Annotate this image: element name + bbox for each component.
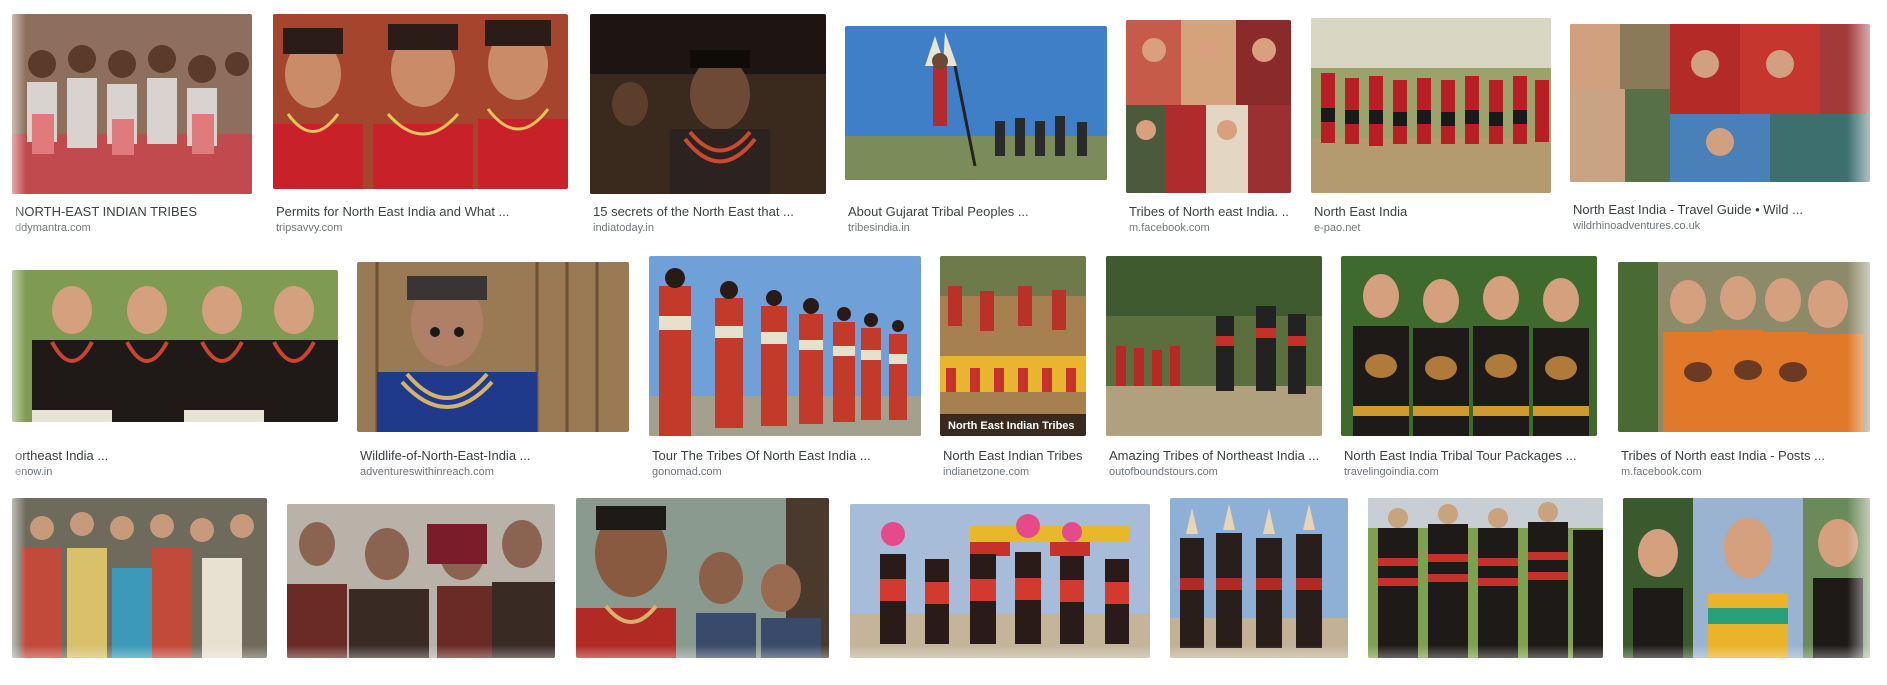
result-title[interactable]: North East India - Travel Guide • Wild .…: [1573, 202, 1867, 218]
women-orange-attire: [1618, 262, 1870, 432]
image-result[interactable]: Tribes of North east India. ... m.facebo…: [1126, 20, 1291, 234]
image-result[interactable]: Tribes of North east India - Posts ... m…: [1618, 262, 1870, 480]
elder-women-group: [287, 504, 555, 658]
result-source[interactable]: ddymantra.com: [15, 221, 249, 235]
dance-in-field: [1106, 256, 1322, 436]
result-title[interactable]: Amazing Tribes of Northeast India ...: [1109, 448, 1319, 464]
elders-nose-plugs: [576, 498, 829, 658]
woman-nose-plugs: [357, 262, 629, 432]
image-result[interactable]: North East Indian Tribes North East Indi…: [940, 256, 1086, 480]
image-result[interactable]: [850, 504, 1150, 663]
smiling-women-necklaces: [273, 14, 568, 189]
result-thumbnail[interactable]: [1618, 262, 1870, 432]
image-result[interactable]: NORTH-EAST INDIAN TRIBES ddymantra.com: [12, 14, 252, 234]
result-title[interactable]: 15 secrets of the North East that ...: [593, 204, 823, 220]
image-result[interactable]: North East India - Travel Guide • Wild .…: [1570, 24, 1870, 234]
image-result[interactable]: Amazing Tribes of Northeast India ... ou…: [1106, 256, 1322, 480]
image-result[interactable]: [287, 504, 555, 663]
line-of-dancers: [1311, 18, 1551, 193]
image-result[interactable]: [576, 498, 829, 663]
result-thumbnail[interactable]: [357, 262, 629, 432]
result-source[interactable]: tripsavvy.com: [276, 221, 565, 235]
image-result[interactable]: [12, 498, 267, 663]
result-title[interactable]: Tribes of North east India - Posts ...: [1621, 448, 1867, 464]
result-title[interactable]: North East Indian Tribes: [943, 448, 1083, 464]
result-thumbnail[interactable]: [590, 14, 826, 194]
crowd-with-children: [12, 498, 267, 658]
result-thumbnail[interactable]: [1341, 256, 1597, 436]
image-result[interactable]: Permits for North East India and What ..…: [273, 14, 568, 234]
result-title[interactable]: NORTH-EAST INDIAN TRIBES: [15, 204, 249, 220]
result-source[interactable]: travelingoindia.com: [1344, 465, 1594, 479]
result-source[interactable]: adventureswithinreach.com: [360, 465, 626, 479]
result-thumbnail[interactable]: [1170, 498, 1348, 658]
result-title[interactable]: North East India: [1314, 204, 1548, 220]
image-result[interactable]: Wildlife-of-North-East-India ... adventu…: [357, 262, 629, 480]
tattooed-elder-portrait: [590, 14, 826, 194]
striped-shawl-dancers: [1368, 498, 1603, 658]
result-thumbnail[interactable]: [850, 504, 1150, 658]
image-result[interactable]: 15 secrets of the North East that ... in…: [590, 14, 826, 234]
image-overlay-text: North East Indian Tribes: [948, 420, 1075, 432]
result-thumbnail[interactable]: [1570, 24, 1870, 182]
result-source[interactable]: indiatoday.in: [593, 221, 823, 235]
result-title[interactable]: Permits for North East India and What ..…: [276, 204, 565, 220]
result-source[interactable]: m.facebook.com: [1129, 221, 1288, 235]
four-women-smiling: [12, 270, 338, 422]
result-title[interactable]: Tribes of North east India. ...: [1129, 204, 1288, 220]
result-thumbnail[interactable]: [1126, 20, 1291, 193]
festival-headdress-dancers: [850, 504, 1150, 658]
portrait-collage: [1623, 498, 1870, 658]
result-thumbnail[interactable]: [12, 14, 252, 194]
result-source[interactable]: outofboundstours.com: [1109, 465, 1319, 479]
result-source[interactable]: enow.in: [15, 465, 335, 479]
image-result[interactable]: Tour The Tribes Of North East India ... …: [649, 256, 921, 480]
result-source[interactable]: gonomad.com: [652, 465, 918, 479]
result-source[interactable]: wildrhinoadventures.co.uk: [1573, 219, 1867, 233]
image-result[interactable]: North East India e-pao.net: [1311, 18, 1551, 234]
result-thumbnail[interactable]: North East Indian Tribes: [940, 256, 1086, 436]
result-thumbnail[interactable]: [273, 14, 568, 189]
result-title[interactable]: Tour The Tribes Of North East India ...: [652, 448, 918, 464]
result-thumbnail[interactable]: [1368, 498, 1603, 658]
result-source[interactable]: tribesindia.in: [848, 221, 1104, 235]
collage-tribal-women: [1126, 20, 1291, 193]
result-thumbnail[interactable]: [1311, 18, 1551, 193]
result-thumbnail[interactable]: [287, 504, 555, 658]
festival-crowd: [940, 256, 1086, 436]
image-result[interactable]: [1623, 498, 1870, 663]
result-thumbnail[interactable]: [649, 256, 921, 436]
result-source[interactable]: m.facebook.com: [1621, 465, 1867, 479]
result-source[interactable]: e-pao.net: [1314, 221, 1548, 235]
result-thumbnail[interactable]: [845, 26, 1107, 180]
dancers-row-blue-sky: [649, 256, 921, 436]
collage-portraits: [1570, 24, 1870, 182]
result-thumbnail[interactable]: [12, 270, 338, 422]
result-thumbnail[interactable]: [12, 498, 267, 658]
image-result[interactable]: North East India Tribal Tour Packages ..…: [1341, 256, 1597, 480]
image-result[interactable]: [1368, 498, 1603, 663]
image-result[interactable]: ortheast India ... enow.in: [12, 270, 338, 480]
image-result[interactable]: [1170, 498, 1348, 663]
tribal-group-photo: [12, 14, 252, 194]
result-thumbnail[interactable]: [1623, 498, 1870, 658]
result-thumbnail[interactable]: [1106, 256, 1322, 436]
result-thumbnail[interactable]: [576, 498, 829, 658]
result-source[interactable]: indianetzone.com: [943, 465, 1083, 479]
feathered-dancer-sky: [845, 26, 1107, 180]
women-with-drums: [1341, 256, 1597, 436]
result-title[interactable]: North East India Tribal Tour Packages ..…: [1344, 448, 1594, 464]
image-results-grid: NORTH-EAST INDIAN TRIBES ddymantra.com P…: [0, 0, 1887, 685]
result-title[interactable]: ortheast India ...: [15, 448, 335, 464]
result-title[interactable]: Wildlife-of-North-East-India ...: [360, 448, 626, 464]
image-result[interactable]: About Gujarat Tribal Peoples ... tribesi…: [845, 26, 1107, 234]
warrior-dancers: [1170, 498, 1348, 658]
result-title[interactable]: About Gujarat Tribal Peoples ...: [848, 204, 1104, 220]
